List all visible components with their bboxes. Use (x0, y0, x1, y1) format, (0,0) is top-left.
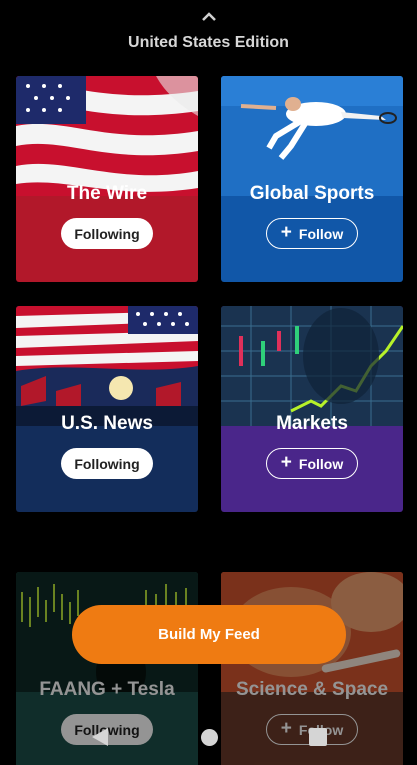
top-bar: United States Edition (0, 0, 417, 66)
follow-button[interactable]: + Follow (266, 448, 358, 479)
us-news-image (16, 306, 198, 426)
plus-icon: + (280, 452, 292, 473)
topic-card-markets[interactable]: Markets + Follow (221, 306, 403, 512)
button-label: Following (74, 225, 140, 242)
build-my-feed-button[interactable]: Build My Feed (72, 605, 346, 664)
follow-button[interactable]: + Follow (266, 218, 358, 249)
card-title: The Wire (66, 183, 148, 204)
card-title: Markets (276, 413, 348, 434)
topic-card-us-news[interactable]: U.S. News Following (16, 306, 198, 512)
button-label: Follow (298, 455, 344, 472)
home-circle-icon[interactable] (201, 729, 218, 746)
global-sports-image (221, 76, 403, 196)
button-label: Follow (298, 225, 344, 242)
topic-card-global-sports[interactable]: Global Sports + Follow (221, 76, 403, 282)
card-title: Global Sports (249, 183, 375, 204)
topic-card-the-wire[interactable]: The Wire Following (16, 76, 198, 282)
markets-image (221, 306, 403, 426)
edition-title: United States Edition (128, 34, 289, 51)
following-button[interactable]: Following (61, 218, 153, 249)
following-button[interactable]: Following (61, 448, 153, 479)
back-triangle-icon[interactable] (91, 727, 109, 747)
card-title: U.S. News (61, 413, 153, 434)
button-label: Following (74, 455, 140, 472)
recents-square-icon[interactable] (309, 728, 327, 746)
plus-icon: + (280, 222, 292, 243)
chevron-up-icon[interactable] (201, 10, 217, 22)
the-wire-image (16, 76, 198, 196)
